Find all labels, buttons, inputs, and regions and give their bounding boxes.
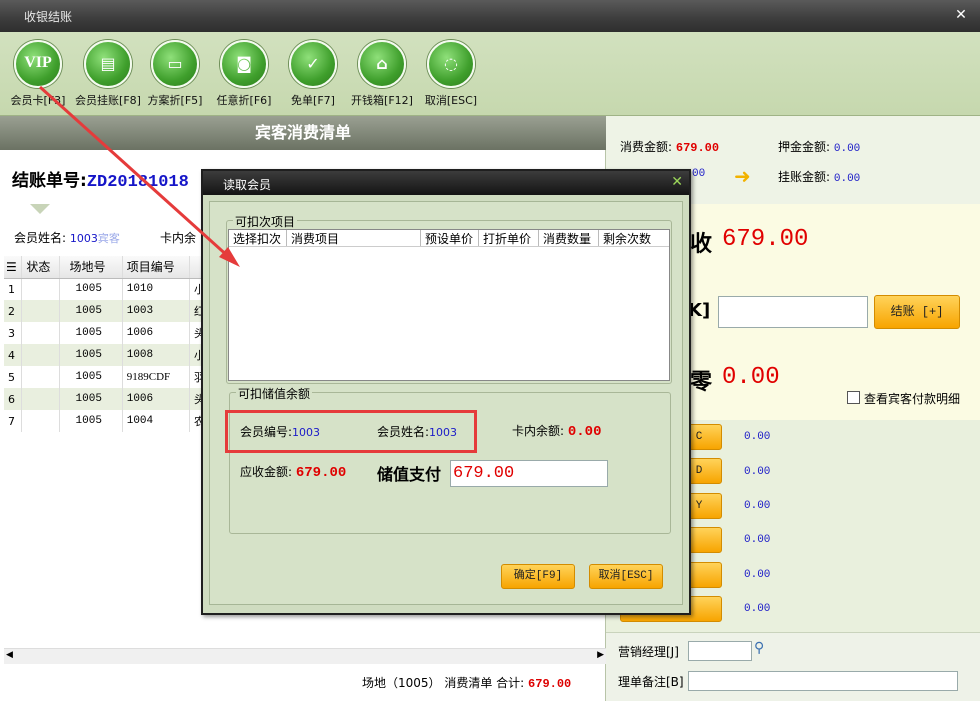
col-status[interactable]: 状态	[21, 256, 60, 279]
member-name-value: 1003	[69, 232, 98, 245]
ring-icon: ◌	[427, 40, 475, 88]
checkout-button[interactable]: 结账 [+]	[874, 295, 960, 329]
document-icon: ▤	[84, 40, 132, 88]
dialog-close-icon[interactable]: ✕	[671, 174, 683, 190]
vip-card-label: 会员卡[F3]	[10, 94, 66, 107]
change-char: 零	[690, 370, 713, 395]
stored-pay-label: 储值支付	[377, 465, 442, 484]
right-arrow-icon: ➜	[734, 164, 751, 188]
deductible-items-list[interactable]: 选择扣次 消费项目 预设单价 打折单价 消费数量 剩余次数	[228, 229, 670, 381]
window-titlebar: 收银结账 ✕	[0, 0, 980, 32]
col-item-code[interactable]: 项目编号	[122, 256, 190, 279]
free-order-label: 免单[F7]	[291, 94, 335, 107]
cancel-toolbar-label: 取消[ESC]	[424, 94, 478, 107]
cashbox-icon: ⌂	[358, 40, 406, 88]
charge-amount: 挂账金额: 0.00	[778, 170, 861, 185]
bill-number-label: 结账单号:	[12, 171, 87, 191]
remark-label: 理单备注[B]	[618, 675, 684, 689]
bill-header: 宾客消费清单	[0, 116, 606, 150]
bill-number-value: ZD20181018	[86, 173, 189, 192]
annotation-highlight-box	[225, 410, 477, 453]
receivable-char: 收	[690, 232, 713, 257]
stored-pay-input[interactable]: 679.00	[450, 460, 608, 487]
open-cashbox-button[interactable]: ⌂ 开钱箱[F12]	[346, 40, 418, 108]
bill-footer-label: 场地（1005） 消费清单 合计:	[362, 676, 525, 690]
payment-amount-input[interactable]	[718, 296, 868, 328]
consume-amount: 消费金额: 679.00	[620, 140, 720, 155]
table-row[interactable]: 5 1005 9189CDF 羽	[4, 366, 207, 388]
stored-value-title: 可扣储值余额	[236, 385, 313, 402]
list-header: 选择扣次 消费项目 预设单价 打折单价 消费数量 剩余次数	[229, 230, 669, 247]
bill-pointer	[30, 204, 50, 214]
bag-icon: ◙	[220, 40, 268, 88]
col-item[interactable]: 消费项目	[287, 230, 421, 246]
cancel-toolbar-button[interactable]: ◌ 取消[ESC]	[415, 40, 487, 108]
col-discount-price[interactable]: 打折单价	[479, 230, 539, 246]
free-order-button[interactable]: ✓ 免单[F7]	[277, 40, 349, 108]
col-preset-price[interactable]: 预设单价	[421, 230, 479, 246]
col-quantity[interactable]: 消费数量	[539, 230, 599, 246]
table-row[interactable]: 2 1005 1003 红	[4, 300, 207, 322]
member-name-suffix: 宾客	[97, 232, 120, 245]
plan-discount-label: 方案折[F5]	[147, 94, 203, 107]
checklist-icon: ✓	[289, 40, 337, 88]
plan-discount-button[interactable]: ▭ 方案折[F5]	[139, 40, 211, 108]
view-detail-label: 查看宾客付款明细	[864, 392, 961, 406]
open-cashbox-label: 开钱箱[F12]	[351, 94, 413, 107]
modal-card-balance: 卡内余额: 0.00	[512, 424, 602, 440]
window-title: 收银结账	[24, 10, 73, 24]
scroll-right-icon[interactable]: ▶	[597, 650, 604, 660]
vip-icon: VIP	[14, 40, 62, 88]
col-remaining[interactable]: 剩余次数	[599, 230, 659, 246]
change-value: 0.00	[722, 364, 780, 391]
vip-card-button[interactable]: VIP 会员卡[F3]	[2, 40, 74, 108]
col-select[interactable]: 选择扣次	[229, 230, 287, 246]
any-discount-button[interactable]: ◙ 任意折[F6]	[208, 40, 280, 108]
member-charge-button[interactable]: ▤ 会员挂账[F8]	[72, 40, 144, 108]
dialog-titlebar: 读取会员 ✕	[203, 171, 689, 195]
horizontal-scrollbar[interactable]: ◀ ▶	[4, 648, 606, 664]
dialog-confirm-button[interactable]: 确定[F9]	[501, 564, 575, 589]
dialog-cancel-button[interactable]: 取消[ESC]	[589, 564, 663, 589]
view-detail-checkbox[interactable]	[847, 391, 860, 404]
window-close-icon[interactable]: ✕	[950, 4, 972, 26]
table-row[interactable]: 7 1005 1004 农	[4, 410, 207, 432]
receivable-value: 679.00	[722, 226, 809, 253]
scroll-left-icon[interactable]: ◀	[6, 650, 13, 660]
bottom-fields: 营销经理[J] ⚲ 理单备注[B]	[606, 632, 980, 701]
window-icon: ▭	[151, 40, 199, 88]
input-key-label: K]	[688, 300, 711, 321]
table-row[interactable]: 3 1005 1006 头	[4, 322, 207, 344]
member-name-label: 会员姓名:	[14, 231, 67, 245]
table-row[interactable]: 1 1005 1010 小	[4, 278, 207, 300]
partial-value: 00	[692, 168, 706, 180]
remark-input[interactable]	[688, 671, 958, 691]
toolbar: VIP 会员卡[F3] ▤ 会员挂账[F8] ▭ 方案折[F5] ◙ 任意折[F…	[0, 32, 980, 116]
bill-footer: 场地（1005） 消费清单 合计: 679.00	[362, 674, 571, 691]
member-charge-label: 会员挂账[F8]	[75, 94, 141, 107]
any-discount-label: 任意折[F6]	[216, 94, 272, 107]
bill-number: 结账单号:ZD20181018	[12, 166, 189, 192]
bill-table[interactable]: ☰ 状态 场地号 项目编号 1 1005 1010 小 2 1005 1003 红 3 100…	[4, 256, 207, 432]
dialog-title: 读取会员	[223, 178, 272, 192]
manager-input[interactable]	[688, 641, 752, 661]
member-name-row: 会员姓名: 1003宾客	[14, 229, 120, 246]
deductible-items-title: 可扣次项目	[233, 213, 298, 230]
table-row[interactable]: 4 1005 1008 小	[4, 344, 207, 366]
deposit-amount: 押金金额: 0.00	[778, 140, 861, 155]
row-menu-icon[interactable]: ☰	[4, 256, 23, 279]
modal-receivable: 应收金额: 679.00	[240, 465, 347, 481]
col-venue[interactable]: 场地号	[59, 256, 123, 279]
bill-footer-total: 679.00	[528, 677, 572, 691]
card-balance-label: 卡内余	[160, 231, 197, 245]
table-row[interactable]: 6 1005 1006 头	[4, 388, 207, 410]
search-icon[interactable]: ⚲	[754, 640, 764, 656]
manager-label: 营销经理[J]	[618, 645, 679, 659]
